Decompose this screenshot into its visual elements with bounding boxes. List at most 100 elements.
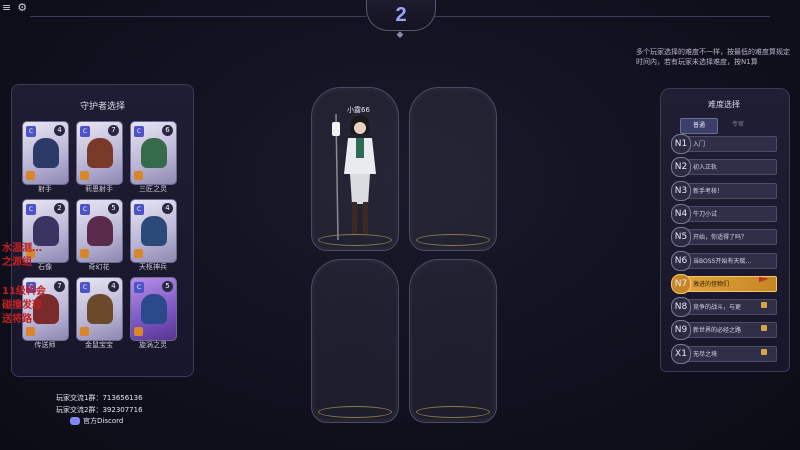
difficulty-badge: N3 bbox=[671, 180, 691, 201]
difficulty-badge: N5 bbox=[671, 227, 691, 248]
guardian-card-name: 传送师 bbox=[34, 341, 56, 349]
difficulty-item-n4[interactable]: N4 牛刀小试 bbox=[671, 203, 777, 224]
difficulty-item-n2[interactable]: N2 初入正轨 bbox=[671, 157, 777, 178]
element-icon bbox=[134, 249, 143, 258]
element-icon bbox=[80, 171, 89, 180]
difficulty-badge: X1 bbox=[671, 343, 691, 364]
element-icon bbox=[26, 327, 35, 336]
difficulty-badge: N7 bbox=[671, 273, 691, 294]
guardian-card-name: 射手 bbox=[38, 185, 52, 193]
slot-base bbox=[416, 406, 490, 418]
diamond-icon: ◆ bbox=[396, 30, 404, 40]
card-cost: 7 bbox=[54, 281, 65, 292]
round-number: 2 bbox=[395, 3, 407, 26]
gear-icon[interactable]: ⚙ bbox=[17, 1, 27, 14]
top-bar: ≡ ⚙ 2 ◆ bbox=[0, 0, 800, 40]
rarity-icon: C bbox=[134, 126, 144, 137]
element-icon bbox=[80, 249, 89, 258]
guardian-portrait bbox=[33, 138, 59, 168]
guardian-card[interactable]: C4 bbox=[76, 277, 123, 341]
overlay-text-5: 送将路 bbox=[2, 314, 32, 325]
guardian-portrait bbox=[87, 294, 113, 324]
difficulty-label: 当BOSS开始有天赋… bbox=[693, 257, 752, 265]
element-icon bbox=[134, 171, 143, 180]
discord-link[interactable]: 官方Discord bbox=[70, 416, 123, 426]
card-cost: 5 bbox=[162, 281, 173, 292]
card-cost: 6 bbox=[162, 125, 173, 136]
guardian-card[interactable]: C4 bbox=[22, 121, 69, 185]
player-slot-2[interactable] bbox=[409, 87, 497, 251]
tab-expert[interactable]: 专家 bbox=[720, 118, 756, 132]
difficulty-item-n9[interactable]: N9 新世界的必经之路 bbox=[671, 320, 777, 341]
rarity-icon: C bbox=[134, 282, 144, 293]
rarity-icon: C bbox=[80, 282, 90, 293]
overlay-text-1: 水温测… bbox=[2, 243, 42, 254]
difficulty-label: 初入正轨 bbox=[693, 164, 718, 172]
rarity-icon: C bbox=[26, 126, 36, 137]
difficulty-label: 开始，你适得了吗？ bbox=[693, 234, 748, 242]
guardian-card-name: 奇幻花 bbox=[88, 263, 110, 271]
rarity-icon: C bbox=[80, 126, 90, 137]
card-cost: 7 bbox=[108, 125, 119, 136]
guardian-portrait bbox=[33, 216, 59, 246]
guardian-portrait bbox=[141, 138, 167, 168]
discord-icon bbox=[70, 417, 80, 425]
difficulty-label: 牛刀小试 bbox=[693, 210, 718, 218]
difficulty-item-x1[interactable]: X1 无尽之境 bbox=[671, 343, 777, 364]
guardian-card[interactable]: C5 bbox=[130, 277, 177, 341]
guardian-card[interactable]: C4 bbox=[130, 199, 177, 263]
difficulty-item-n3[interactable]: N3 新手考核！ bbox=[671, 180, 777, 201]
overlay-text-2: 之源组 bbox=[2, 257, 32, 268]
guardian-card-name: 旋涡之灵 bbox=[139, 341, 167, 349]
character-figure bbox=[332, 113, 376, 241]
guardian-portrait bbox=[141, 216, 167, 246]
overlay-text-4: 碰撞发现 bbox=[2, 300, 42, 311]
difficulty-badge: N9 bbox=[671, 320, 691, 341]
difficulty-item-n5[interactable]: N5 开始，你适得了吗？ bbox=[671, 227, 777, 248]
difficulty-label: 无尽之境 bbox=[693, 350, 718, 358]
difficulty-badge: N2 bbox=[671, 157, 691, 178]
guardian-portrait bbox=[141, 294, 167, 324]
group1-text: 玩家交流1群：713656136 bbox=[56, 394, 143, 402]
guardian-card-name: 金鼠宝宝 bbox=[85, 341, 113, 349]
round-indicator: 2 bbox=[366, 0, 436, 31]
guardian-card[interactable]: C5 bbox=[76, 199, 123, 263]
group2-text: 玩家交流2群：392307716 bbox=[56, 406, 143, 414]
discord-label: 官方Discord bbox=[83, 417, 124, 425]
difficulty-badge: N6 bbox=[671, 250, 691, 271]
difficulty-label: 竞争的战斗，与更 bbox=[693, 304, 742, 312]
difficulty-label: 新世界的必经之路 bbox=[693, 327, 742, 335]
difficulty-item-n7[interactable]: N7 激进的怪物们 bbox=[671, 273, 777, 294]
stack-icon[interactable]: ≡ bbox=[2, 1, 11, 14]
lock-icon bbox=[761, 325, 767, 332]
difficulty-label: 入门 bbox=[693, 141, 706, 148]
difficulty-badge: N8 bbox=[671, 297, 691, 318]
difficulty-notice: 多个玩家选择的难度不一样，按最低的难度算规定时间内，若有玩家未选择难度，按N1算 bbox=[636, 48, 790, 66]
difficulty-label: 激进的怪物们 bbox=[693, 280, 730, 288]
card-cost: 4 bbox=[162, 203, 173, 214]
element-icon bbox=[80, 327, 89, 336]
guardian-card-name: 天枢神兵 bbox=[139, 263, 167, 271]
element-icon bbox=[26, 171, 35, 180]
difficulty-item-n8[interactable]: N8 竞争的战斗，与更 bbox=[671, 297, 777, 318]
difficulty-title: 难度选择 bbox=[708, 100, 740, 109]
player-slot-4[interactable] bbox=[409, 259, 497, 423]
slot-base bbox=[318, 406, 392, 418]
guardian-panel-title: 守护者选择 bbox=[79, 102, 125, 112]
rarity-icon: C bbox=[26, 204, 36, 215]
player-slot-3[interactable] bbox=[311, 259, 399, 423]
difficulty-item-n6[interactable]: N6 当BOSS开始有天赋… bbox=[671, 250, 777, 271]
rarity-icon: C bbox=[134, 204, 144, 215]
difficulty-item-n1[interactable]: N1 入门 bbox=[671, 134, 777, 154]
difficulty-badge: N4 bbox=[671, 203, 691, 224]
guardian-card[interactable]: C7 bbox=[76, 121, 123, 185]
lock-icon bbox=[761, 302, 767, 309]
guardian-card-name: 三匠之灵 bbox=[139, 185, 167, 193]
card-cost: 2 bbox=[54, 203, 65, 214]
guardian-portrait bbox=[87, 216, 113, 246]
tab-normal[interactable]: 普通 bbox=[680, 118, 718, 134]
guardian-card[interactable]: C6 bbox=[130, 121, 177, 185]
card-cost: 4 bbox=[54, 125, 65, 136]
slot-base bbox=[416, 234, 490, 246]
lock-icon bbox=[761, 348, 767, 355]
